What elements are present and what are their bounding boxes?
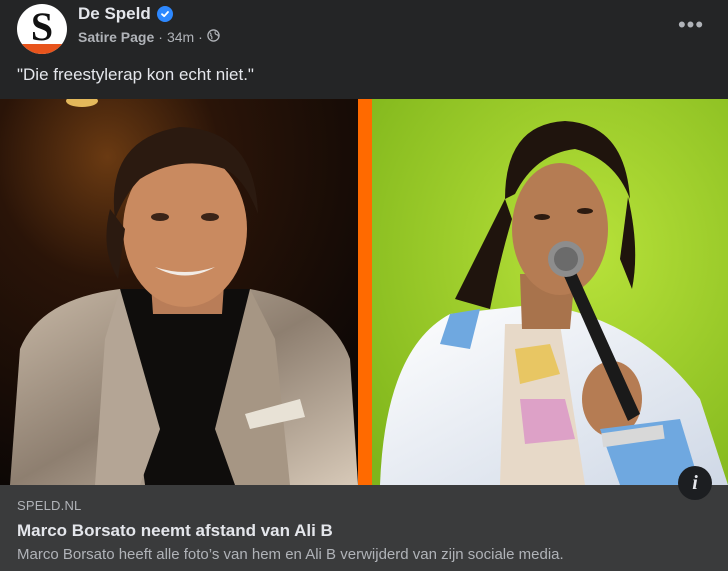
avatar-accent-bar [17, 44, 67, 54]
post-meta: Satire Page · 34m · [78, 29, 220, 45]
page-avatar[interactable]: S [17, 4, 67, 54]
post-time[interactable]: 34m [167, 29, 194, 45]
link-card[interactable]: SPELD.NL Marco Borsato neemt afstand van… [0, 485, 728, 571]
globe-icon [207, 29, 220, 45]
link-preview-image[interactable] [0, 99, 728, 485]
page-name[interactable]: De Speld [78, 4, 151, 24]
page-name-row: De Speld [78, 4, 173, 24]
info-icon[interactable]: i [678, 466, 712, 500]
meta-separator-2: · [198, 29, 203, 45]
right-photo [372, 99, 728, 485]
meta-separator: · [158, 29, 163, 45]
link-domain: SPELD.NL [17, 498, 82, 513]
avatar-letter: S [30, 4, 54, 49]
link-title[interactable]: Marco Borsato neemt afstand van Ali B [17, 521, 333, 541]
link-description: Marco Borsato heeft alle foto’s van hem … [17, 546, 564, 563]
composite-photo [0, 99, 728, 485]
page-category: Satire Page [78, 29, 155, 45]
photo-divider [358, 99, 372, 485]
left-photo [0, 99, 358, 485]
post-header: S De Speld Satire Page · 34m · ••• [0, 0, 728, 60]
verified-badge-icon [156, 6, 173, 22]
more-options-icon[interactable]: ••• [676, 10, 706, 40]
post-text: "Die freestylerap kon echt niet." [17, 65, 254, 84]
